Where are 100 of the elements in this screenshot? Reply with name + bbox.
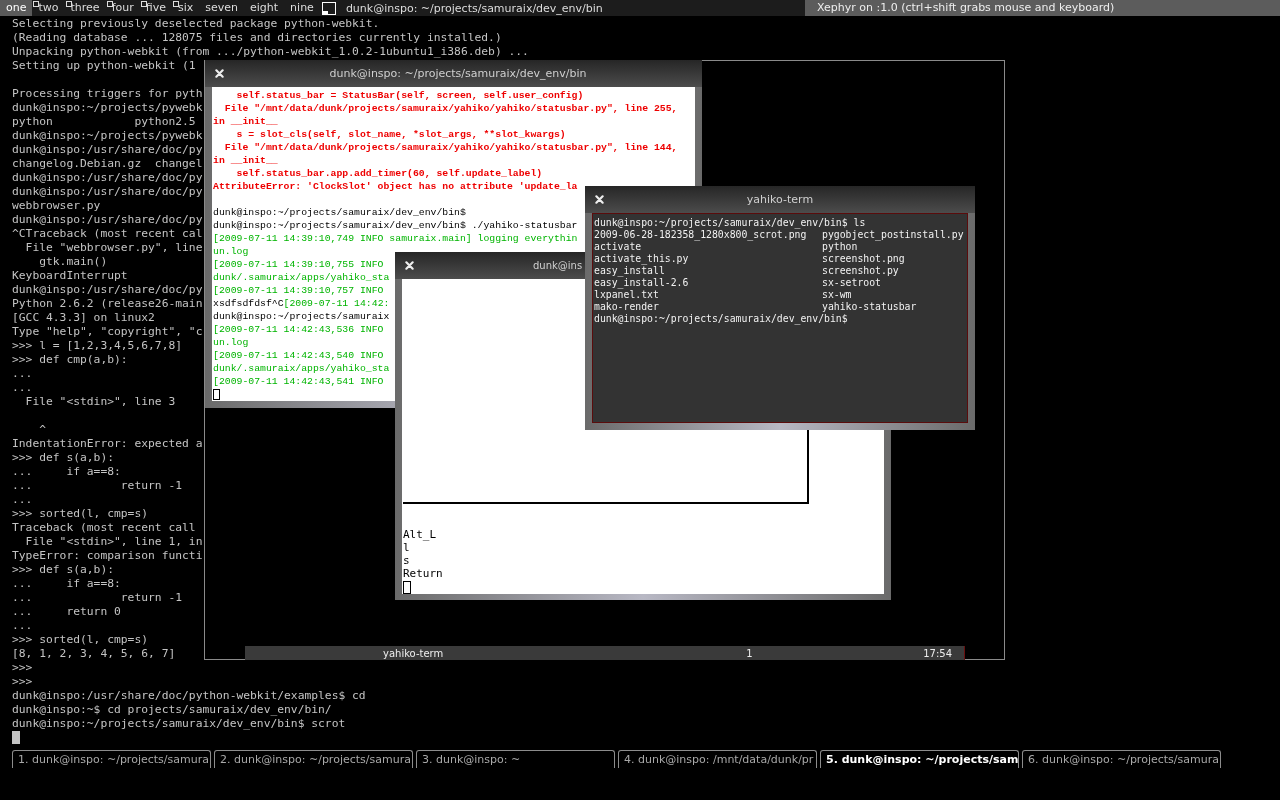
- taskbar-tab[interactable]: 2. dunk@inspo: ~/projects/samura: [214, 750, 413, 768]
- terminal-line: Processing triggers for pyth: [12, 87, 203, 100]
- terminal-line: >>> l = [1,2,3,4,5,6,7,8]: [12, 339, 183, 352]
- terminal-line: webbrowser.py: [12, 199, 101, 212]
- terminal-line: Setting up python-webkit (1: [12, 59, 196, 72]
- terminal-line: [8, 1, 2, 3, 4, 5, 6, 7]: [12, 647, 176, 660]
- file-name: sx-wm: [822, 289, 853, 301]
- terminal-line: ^CTraceback (most recent cal: [12, 227, 203, 240]
- window-title: dunk@inspo: ~/projects/samuraix/dev_env/bin: [329, 67, 587, 80]
- file-name: pygobject_postinstall.py: [822, 229, 965, 241]
- taskbar-tab[interactable]: 6. dunk@inspo: ~/projects/samura: [1022, 750, 1221, 768]
- text-cursor: [403, 581, 411, 594]
- workspace-tab[interactable]: four: [105, 0, 140, 16]
- terminal-line: dunk@inspo:~/projects/samuraix/dev_env/bin$: [594, 313, 848, 324]
- key-name: Return: [403, 567, 443, 580]
- file-name: easy_install: [594, 265, 666, 277]
- layout-icon[interactable]: [321, 1, 336, 15]
- terminal-line: dunk@inspo:~/projects/samuraix/dev_env/bin$ ./yahiko-statusbar: [213, 220, 578, 231]
- terminal-line: [2009-07-11 14:42:43,536 INFO: [213, 324, 384, 335]
- terminal-line: [2009-07-11 14:39:10,749 INFO samuraix.main] logging everythin: [213, 233, 578, 244]
- terminal-line: [2009-07-11 14:39:10,755 INFO: [213, 259, 384, 270]
- terminal-line: xsdfsdfdsf^C: [213, 298, 284, 309]
- terminal-line: IndentationError: expected a: [12, 437, 203, 450]
- terminal-line: un.log: [213, 337, 249, 348]
- file-name: activate: [594, 241, 643, 253]
- key-name: s: [403, 554, 410, 567]
- terminal-line: >>> def s(a,b):: [12, 451, 115, 464]
- window-title: Xephyr on :1.0 (ctrl+shift grabs mouse and keyboard): [805, 0, 1280, 16]
- terminal-line: >>> sorted(l, cmp=s): [12, 507, 149, 520]
- file-name: mako-render: [594, 301, 660, 313]
- terminal-line: ... return -1: [12, 479, 183, 492]
- terminal-line: >>> sorted(l, cmp=s): [12, 633, 149, 646]
- terminal-line: dunk@inspo:/usr/share/doc/py: [12, 143, 203, 156]
- window-title: dunk@ins: [533, 260, 583, 271]
- terminal-line: ...: [12, 493, 33, 506]
- terminal-line: python python2.5: [12, 115, 196, 128]
- file-name: activate_this.py: [594, 253, 690, 265]
- file-name: screenshot.png: [822, 253, 906, 265]
- workspace-tab[interactable]: five: [139, 0, 172, 16]
- terminal-line: ^: [38, 423, 46, 436]
- window-title: yahiko-term: [746, 193, 814, 206]
- file-name: yahiko-statusbar: [822, 301, 918, 313]
- terminal-line: File "webbrowser.py", line: [24, 241, 203, 254]
- terminal-line: [2009-07-11 14:42:43,541 INFO: [213, 376, 384, 387]
- terminal-line: ... if a==8:: [12, 465, 121, 478]
- terminal-line: ... return 0: [12, 605, 121, 618]
- terminal-line: dunk@inspo:/usr/share/doc/py: [12, 283, 203, 296]
- window-title: dunk@inspo: ~/projects/samuraix/dev_env/bin: [344, 1, 604, 15]
- workspace-tab[interactable]: three: [64, 0, 106, 16]
- workspace-tab[interactable]: two: [32, 0, 65, 16]
- terminal-line: dunk/.samuraix/apps/yahiko_sta: [213, 272, 390, 283]
- terminal-line: [GCC 4.3.3] on linux2: [12, 311, 155, 324]
- terminal-line: TypeError: comparison functi: [12, 549, 203, 562]
- terminal-line: KeyboardInterrupt: [12, 269, 128, 282]
- workspace-tab[interactable]: eight: [244, 0, 285, 16]
- terminal-line: dunk@inspo:/usr/share/doc/py: [12, 213, 203, 226]
- workspace-tab[interactable]: one: [0, 0, 33, 16]
- terminal-line: (Reading database ... 128075 files and directories currently installed.): [12, 31, 502, 44]
- file-name: screenshot.py: [822, 265, 900, 277]
- file-name: lxpanel.txt: [594, 289, 660, 301]
- window-title: yahiko-term: [383, 647, 444, 659]
- workspace-tab[interactable]: seven: [199, 0, 244, 16]
- file-name: sx-setroot: [822, 277, 882, 289]
- text-cursor: [213, 389, 220, 400]
- terminal-line: dunk@inspo:~/projects/samuraix/dev_env/bin$ ls: [594, 217, 866, 228]
- terminal-line: [2009-07-11 14:42:: [283, 298, 390, 309]
- taskbar-tab[interactable]: 4. dunk@inspo: /mnt/data/dunk/pr: [618, 750, 817, 768]
- terminal-line: un.log: [213, 246, 249, 257]
- close-icon[interactable]: [595, 195, 604, 204]
- terminal-line: ... return -1: [12, 591, 183, 604]
- taskbar-tab[interactable]: 3. dunk@inspo: ~: [416, 750, 615, 768]
- terminal-line: self.status_bar = StatusBar(self, screen, self.user_config): [235, 90, 584, 101]
- workspace-number: 1: [746, 647, 753, 659]
- terminal-line: changelog.Debian.gz changel: [12, 157, 203, 170]
- close-icon[interactable]: [215, 69, 224, 78]
- workspace-tab[interactable]: six: [171, 0, 200, 16]
- terminal-line: in __init__: [213, 155, 278, 166]
- terminal-line: >>>: [12, 661, 33, 674]
- key-name: l: [403, 541, 410, 554]
- terminal-line: ...: [12, 381, 33, 394]
- terminal-line: ...: [12, 367, 33, 380]
- terminal-line: dunk@inspo:~/projects/samuraix/dev_env/bin$: [213, 207, 466, 218]
- workspace-tab[interactable]: nine: [284, 0, 320, 16]
- terminal-line: self.status_bar.app.add_timer(60, self.update_label): [235, 168, 543, 179]
- clock: 17:54: [923, 647, 952, 659]
- terminal-line: dunk@inspo:~/projects/pywebk: [12, 129, 203, 142]
- taskbar-tab[interactable]: 5. dunk@inspo: ~/projects/sam: [820, 750, 1019, 768]
- terminal-line: Type "help", "copyright", "c: [12, 325, 203, 338]
- terminal-line: AttributeError: 'ClockSlot' object has no attribute 'update_la: [213, 181, 578, 192]
- terminal-line: >>> def cmp(a,b):: [12, 353, 128, 366]
- taskbar-tab[interactable]: 1. dunk@inspo: ~/projects/samura: [12, 750, 211, 768]
- terminal-line: File "<stdin>", line 1, in: [24, 535, 203, 548]
- terminal-line: dunk@inspo:/usr/share/doc/py: [12, 185, 203, 198]
- text-cursor: [12, 731, 20, 744]
- key-name: Alt_L: [403, 528, 437, 541]
- close-icon[interactable]: [405, 261, 414, 270]
- terminal-line: dunk@inspo:/usr/share/doc/py: [12, 171, 203, 184]
- terminal-line: dunk@inspo:~/projects/samuraix: [213, 311, 390, 322]
- terminal-line: dunk@inspo:/usr/share/doc/python-webkit/examples$ cd: [12, 689, 366, 702]
- terminal-line: ... if a==8:: [12, 577, 121, 590]
